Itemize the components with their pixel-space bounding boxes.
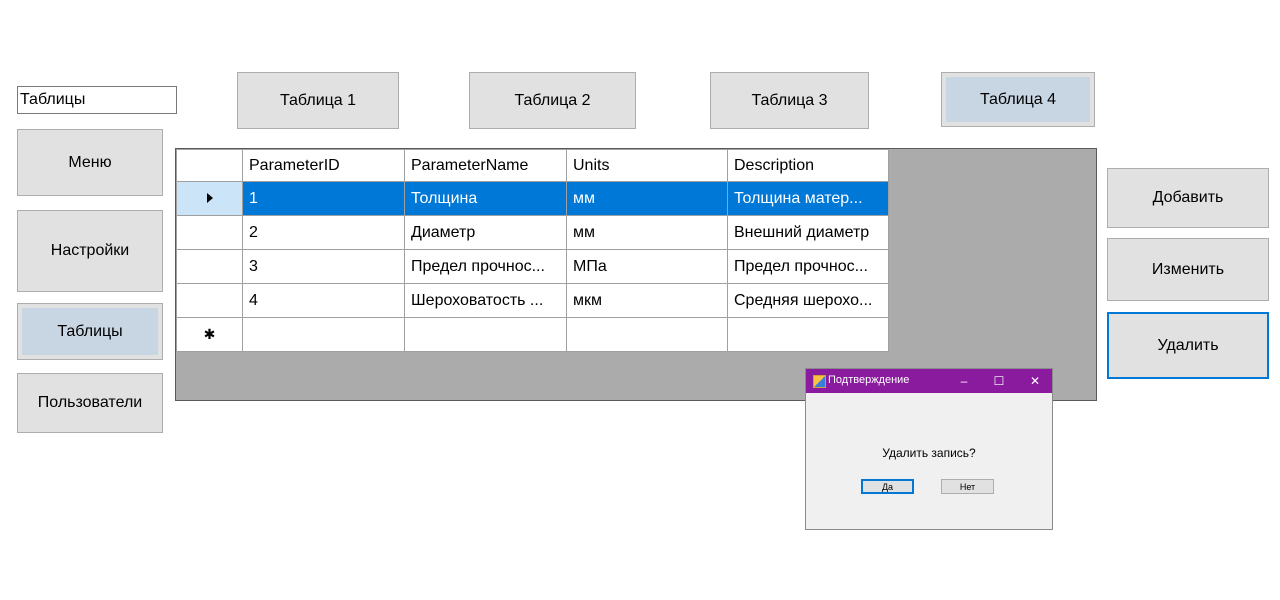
nav-tables-button[interactable]: Таблицы	[17, 303, 163, 360]
table-3-button[interactable]: Таблица 3	[710, 72, 869, 129]
cell-parameterid[interactable]: 1	[242, 181, 405, 216]
dialog-title: Подтверждение	[828, 374, 910, 386]
nav-menu-button[interactable]: Меню	[17, 129, 163, 196]
table-4-button[interactable]: Таблица 4	[941, 72, 1095, 127]
cell-units[interactable]: мкм	[566, 283, 728, 318]
cell-description[interactable]	[727, 317, 889, 352]
dialog-message: Удалить запись?	[882, 446, 976, 460]
row-header[interactable]	[176, 215, 243, 250]
table-2-button[interactable]: Таблица 2	[469, 72, 636, 129]
column-header-units[interactable]: Units	[566, 149, 728, 182]
cell-description[interactable]: Толщина матер...	[727, 181, 889, 216]
dialog-titlebar[interactable]: Подтверждение – ☐ ✕	[806, 369, 1052, 393]
section-label: Таблицы	[17, 86, 177, 114]
data-grid[interactable]: ParameterID ParameterName Units Descript…	[175, 148, 1097, 401]
cell-description[interactable]: Внешний диаметр	[727, 215, 889, 250]
cell-parameterid[interactable]: 2	[242, 215, 405, 250]
delete-button[interactable]: Удалить	[1107, 312, 1269, 379]
parameters-table: ParameterID ParameterName Units Descript…	[176, 149, 889, 352]
new-row[interactable]: ✱	[176, 317, 889, 352]
minimize-icon[interactable]: –	[949, 371, 979, 391]
column-header-parametername[interactable]: ParameterName	[404, 149, 567, 182]
cell-units[interactable]: мм	[566, 181, 728, 216]
cell-units[interactable]: МПа	[566, 249, 728, 284]
cell-description[interactable]: Предел прочнос...	[727, 249, 889, 284]
cell-description[interactable]: Средняя шерохо...	[727, 283, 889, 318]
cell-parametername[interactable]: Предел прочнос...	[404, 249, 567, 284]
table-row-selected[interactable]: 1 Толщина мм Толщина матер...	[176, 181, 889, 216]
no-button[interactable]: Нет	[941, 479, 994, 494]
cell-parameterid[interactable]: 3	[242, 249, 405, 284]
yes-button[interactable]: Да	[861, 479, 914, 494]
row-header[interactable]	[176, 181, 243, 216]
cell-units[interactable]	[566, 317, 728, 352]
add-button[interactable]: Добавить	[1107, 168, 1269, 228]
app-icon	[813, 375, 826, 388]
row-header[interactable]	[176, 283, 243, 318]
cell-parametername[interactable]: Толщина	[404, 181, 567, 216]
table-1-button[interactable]: Таблица 1	[237, 72, 399, 129]
cell-parameterid[interactable]: 4	[242, 283, 405, 318]
row-header[interactable]	[176, 249, 243, 284]
header-row: ParameterID ParameterName Units Descript…	[176, 149, 889, 182]
cell-parametername[interactable]	[404, 317, 567, 352]
cell-units[interactable]: мм	[566, 215, 728, 250]
nav-settings-button[interactable]: Настройки	[17, 210, 163, 292]
close-icon[interactable]: ✕	[1020, 371, 1050, 391]
confirmation-dialog: Подтверждение – ☐ ✕ Удалить запись? Да Н…	[805, 368, 1053, 530]
maximize-icon[interactable]: ☐	[984, 371, 1014, 391]
column-header-parameterid[interactable]: ParameterID	[242, 149, 405, 182]
cell-parameterid[interactable]	[242, 317, 405, 352]
table-row[interactable]: 4 Шероховатость ... мкм Средняя шерохо..…	[176, 283, 889, 318]
cell-parametername[interactable]: Диаметр	[404, 215, 567, 250]
edit-button[interactable]: Изменить	[1107, 238, 1269, 301]
table-row[interactable]: 3 Предел прочнос... МПа Предел прочнос..…	[176, 249, 889, 284]
nav-users-button[interactable]: Пользователи	[17, 373, 163, 433]
new-row-asterisk-icon: ✱	[203, 325, 216, 342]
table-row[interactable]: 2 Диаметр мм Внешний диаметр	[176, 215, 889, 250]
cell-parametername[interactable]: Шероховатость ...	[404, 283, 567, 318]
column-header-description[interactable]: Description	[727, 149, 889, 182]
current-row-arrow-icon	[206, 192, 213, 203]
row-header[interactable]: ✱	[176, 317, 243, 352]
row-header-corner	[176, 149, 243, 182]
